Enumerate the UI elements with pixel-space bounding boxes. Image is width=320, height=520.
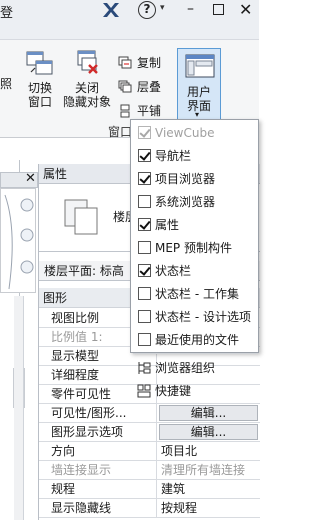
property-value[interactable]: 清理所有墙连接 [157, 461, 260, 479]
menu-item-label: 状态栏 [155, 264, 192, 278]
menu-item-status-bar-design-options[interactable]: 状态栏 - 设计选项 [131, 305, 260, 328]
help-icon[interactable]: ? [138, 1, 156, 19]
checkbox-empty-icon[interactable] [138, 310, 151, 323]
property-name: 显示隐藏线 [39, 499, 157, 517]
keyboard-shortcuts-icon [137, 384, 151, 397]
view-canvas[interactable] [0, 188, 36, 293]
property-row[interactable]: 规程 建筑 [39, 480, 260, 499]
property-row[interactable]: 显示隐藏线 按规程 [39, 499, 260, 518]
cascade-windows-icon [118, 80, 132, 92]
menu-separator [133, 353, 258, 354]
floor-plan-type-icon [64, 199, 98, 235]
user-interface-caret-icon: ▾ [195, 110, 200, 119]
user-interface-icon [185, 54, 215, 78]
menu-item-viewcube[interactable]: ViewCube [131, 121, 260, 144]
cascade-button[interactable]: 层叠 [118, 78, 161, 95]
property-name: 可见性/图形... [39, 404, 157, 422]
property-row[interactable]: 墙连接显示 清理所有墙连接 [39, 461, 260, 480]
checkbox-checked-icon[interactable] [138, 149, 151, 162]
menu-item-label: 快捷键 [155, 384, 192, 398]
tile-button[interactable]: 平铺 [118, 102, 161, 119]
property-name: 图形显示选项 [39, 423, 157, 441]
switch-window-icon [26, 51, 53, 75]
menu-item-project-browser[interactable]: 项目浏览器 [131, 167, 260, 190]
navigation-bar-icon [4, 194, 34, 290]
switch-window-label-2: 窗口 [27, 95, 52, 109]
user-interface-button[interactable]: 用户 界面 ▾ [177, 48, 221, 120]
menu-item-status-bar-worksets[interactable]: 状态栏 - 工作集 [131, 282, 260, 305]
view-tab-close-icon[interactable]: ✕ [25, 171, 36, 186]
property-row[interactable]: 方向 项目北 [39, 442, 260, 461]
menu-item-browser-organization[interactable]: 浏览器组织 [131, 356, 260, 379]
property-name: 方向 [39, 442, 157, 460]
menu-item-navigation-bar[interactable]: 导航栏 [131, 144, 260, 167]
tile-label: 平铺 [137, 104, 162, 118]
checkbox-checked-icon[interactable] [138, 126, 151, 139]
checkbox-empty-icon[interactable] [138, 287, 151, 300]
close-hidden-icon [77, 50, 98, 74]
close-hidden-button[interactable]: 关闭 隐藏对象 [60, 48, 114, 109]
checkbox-empty-icon[interactable] [138, 195, 151, 208]
cascade-label: 层叠 [137, 80, 162, 94]
menu-item-status-bar[interactable]: 状态栏 [131, 259, 260, 282]
checkbox-checked-icon[interactable] [138, 172, 151, 185]
edit-button[interactable]: 编辑... [159, 405, 258, 421]
menu-item-label: 最近使用的文件 [155, 333, 240, 347]
checkbox-checked-icon[interactable] [138, 264, 151, 277]
checkbox-empty-icon[interactable] [138, 241, 151, 254]
minimize-icon[interactable]: – [187, 1, 194, 17]
property-value[interactable]: 项目北 [157, 442, 260, 460]
restore-icon[interactable] [213, 4, 224, 15]
close-hidden-label-1: 关闭 [74, 81, 99, 95]
ribbon-partial-label: 照 [0, 77, 13, 91]
ribbon-tab-strip [0, 22, 259, 40]
view-tab[interactable]: ✕ [0, 171, 38, 188]
menu-item-label: 浏览器组织 [155, 361, 216, 375]
menu-item-label: 状态栏 - 工作集 [155, 287, 239, 301]
property-name: 墙连接显示 [39, 461, 157, 479]
window-panel-label: 窗口 [108, 125, 133, 139]
sign-in-label[interactable]: 登 [0, 2, 13, 21]
copy-label: 复制 [137, 56, 162, 70]
switch-window-label-1: 切换 [27, 81, 52, 95]
menu-item-recent-files[interactable]: 最近使用的文件 [131, 328, 260, 351]
menu-item-label: 状态栏 - 设计选项 [155, 310, 251, 324]
menu-item-label: ViewCube [155, 125, 215, 140]
menu-item-keyboard-shortcuts[interactable]: 快捷键 [131, 379, 260, 402]
properties-scrollbar[interactable] [14, 296, 24, 520]
menu-item-system-browser[interactable]: 系统浏览器 [131, 190, 260, 213]
user-interface-menu: ViewCube 导航栏项目浏览器系统浏览器属性 MEP 预制构件 状态栏状态栏 - … [130, 119, 260, 398]
property-row[interactable]: 可见性/图形... 编辑... [39, 404, 260, 423]
tile-windows-icon [120, 104, 130, 117]
close-hidden-label-2: 隐藏对象 [62, 95, 111, 109]
copy-window-icon [118, 56, 132, 68]
menu-item-label: 项目浏览器 [155, 172, 216, 186]
property-value[interactable]: 建筑 [157, 480, 260, 498]
property-row[interactable]: 图形显示选项 编辑... [39, 423, 260, 442]
close-icon[interactable]: ✕ [239, 0, 252, 19]
title-bar: 登 ? ▾ – ✕ [0, 0, 259, 22]
exchange-apps-icon[interactable] [102, 2, 120, 18]
checkbox-empty-icon[interactable] [138, 333, 151, 346]
browser-organization-icon [138, 361, 151, 374]
checkbox-checked-icon[interactable] [138, 218, 151, 231]
menu-item-properties[interactable]: 属性 [131, 213, 260, 236]
menu-item-mep-fabrication[interactable]: MEP 预制构件 [131, 236, 260, 259]
edit-button[interactable]: 编辑... [159, 424, 258, 440]
menu-item-label: 系统浏览器 [155, 195, 216, 209]
menu-item-label: 导航栏 [155, 149, 192, 163]
menu-item-label: 属性 [155, 218, 180, 232]
copy-button[interactable]: 复制 [118, 54, 161, 71]
property-name: 规程 [39, 480, 157, 498]
help-dropdown-icon[interactable]: ▾ [160, 3, 165, 13]
switch-window-button[interactable]: 切换 窗口 [22, 48, 58, 109]
property-value[interactable]: 按规程 [157, 499, 260, 517]
menu-item-label: MEP 预制构件 [155, 241, 232, 255]
